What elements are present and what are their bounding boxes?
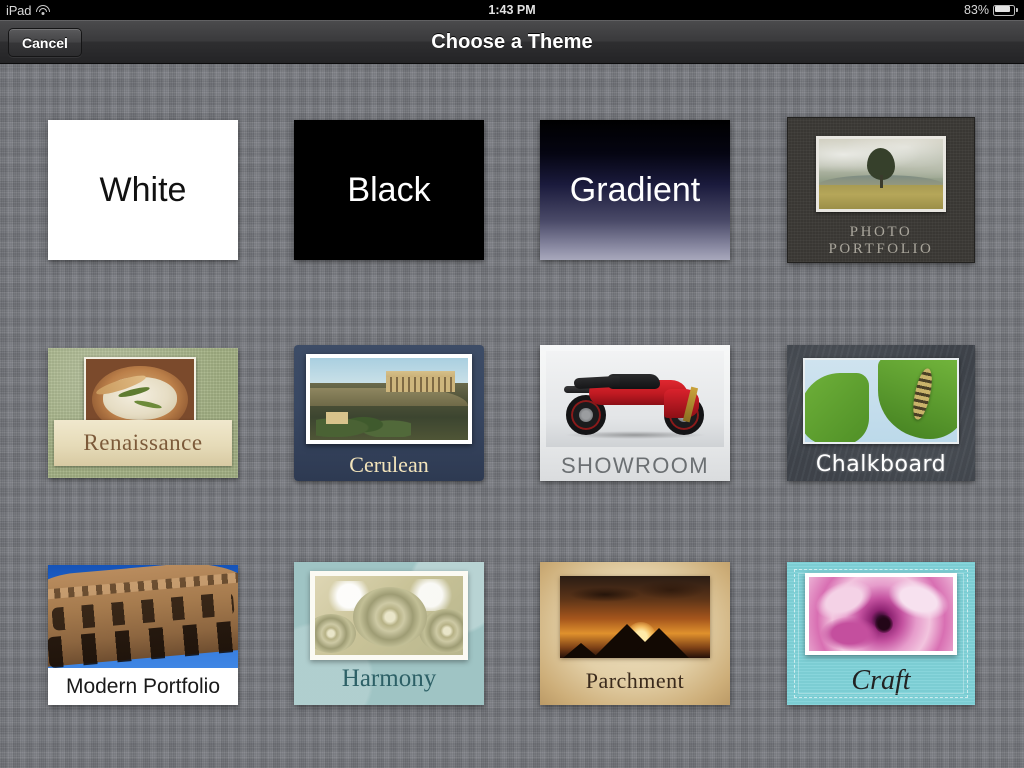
parchment-preview-image: [560, 576, 710, 658]
theme-item-harmony[interactable]: Harmony: [294, 562, 484, 705]
page-title: Choose a Theme: [431, 31, 593, 53]
theme-chooser-screen: iPad 1:43 PM 83% Cancel Choose a Theme W…: [0, 0, 1024, 768]
theme-label-craft: Craft: [851, 665, 911, 696]
theme-grid: White Black Gradient PHOTO PORTFOLIO Ren…: [0, 64, 1024, 768]
navigation-bar: Cancel Choose a Theme: [0, 20, 1024, 64]
modern-portfolio-preview-image: [48, 565, 238, 668]
theme-thumbnail-renaissance[interactable]: Renaissance: [48, 348, 238, 478]
theme-label-harmony: Harmony: [341, 665, 437, 692]
theme-item-showroom[interactable]: SHOWROOM: [540, 345, 730, 481]
theme-item-renaissance[interactable]: Renaissance: [48, 348, 238, 478]
theme-item-photo-portfolio[interactable]: PHOTO PORTFOLIO: [787, 117, 975, 263]
showroom-preview-image: [546, 351, 724, 447]
battery-icon: [993, 4, 1018, 16]
theme-label-black: Black: [347, 170, 431, 209]
harmony-preview-image: [310, 571, 468, 660]
renaissance-title-banner: Renaissance: [54, 420, 232, 466]
theme-thumbnail-cerulean[interactable]: Cerulean: [294, 345, 484, 481]
theme-item-parchment[interactable]: Parchment: [540, 562, 730, 705]
theme-item-chalkboard[interactable]: Chalkboard: [787, 345, 975, 481]
theme-thumbnail-parchment[interactable]: Parchment: [540, 562, 730, 705]
theme-item-white[interactable]: White: [48, 120, 238, 260]
theme-thumbnail-craft[interactable]: Craft: [787, 562, 975, 705]
status-bar-right: 83%: [964, 3, 1018, 17]
theme-label-gradient: Gradient: [569, 170, 701, 209]
photo-portfolio-preview-image: [816, 136, 946, 212]
theme-thumbnail-black[interactable]: Black: [294, 120, 484, 260]
chalkboard-preview-image: [803, 358, 959, 444]
theme-label-modern-portfolio: Modern Portfolio: [65, 675, 221, 698]
theme-item-cerulean[interactable]: Cerulean: [294, 345, 484, 481]
theme-thumbnail-white[interactable]: White: [48, 120, 238, 260]
theme-thumbnail-harmony[interactable]: Harmony: [294, 562, 484, 705]
theme-thumbnail-chalkboard[interactable]: Chalkboard: [787, 345, 975, 481]
clock-label: 1:43 PM: [488, 3, 536, 17]
theme-thumbnail-showroom[interactable]: SHOWROOM: [540, 345, 730, 481]
battery-percent-label: 83%: [963, 3, 989, 17]
theme-label-showroom: SHOWROOM: [560, 453, 710, 478]
theme-label-renaissance: Renaissance: [83, 430, 203, 455]
theme-item-modern-portfolio[interactable]: Modern Portfolio: [48, 565, 238, 705]
theme-label-chalkboard: Chalkboard: [815, 452, 947, 477]
theme-thumbnail-gradient[interactable]: Gradient: [540, 120, 730, 260]
theme-item-craft[interactable]: Craft: [787, 562, 975, 705]
theme-label-parchment: Parchment: [585, 668, 685, 693]
theme-label-white: White: [99, 170, 187, 209]
theme-label-cerulean: Cerulean: [349, 452, 429, 477]
theme-item-black[interactable]: Black: [294, 120, 484, 260]
status-bar: iPad 1:43 PM 83%: [0, 0, 1024, 20]
theme-label-photo-portfolio: PHOTO PORTFOLIO: [828, 224, 934, 257]
theme-thumbnail-modern-portfolio[interactable]: Modern Portfolio: [48, 565, 238, 705]
theme-thumbnail-photo-portfolio[interactable]: PHOTO PORTFOLIO: [787, 117, 975, 263]
theme-item-gradient[interactable]: Gradient: [540, 120, 730, 260]
craft-preview-image: [805, 573, 957, 655]
cerulean-preview-image: [306, 354, 472, 444]
